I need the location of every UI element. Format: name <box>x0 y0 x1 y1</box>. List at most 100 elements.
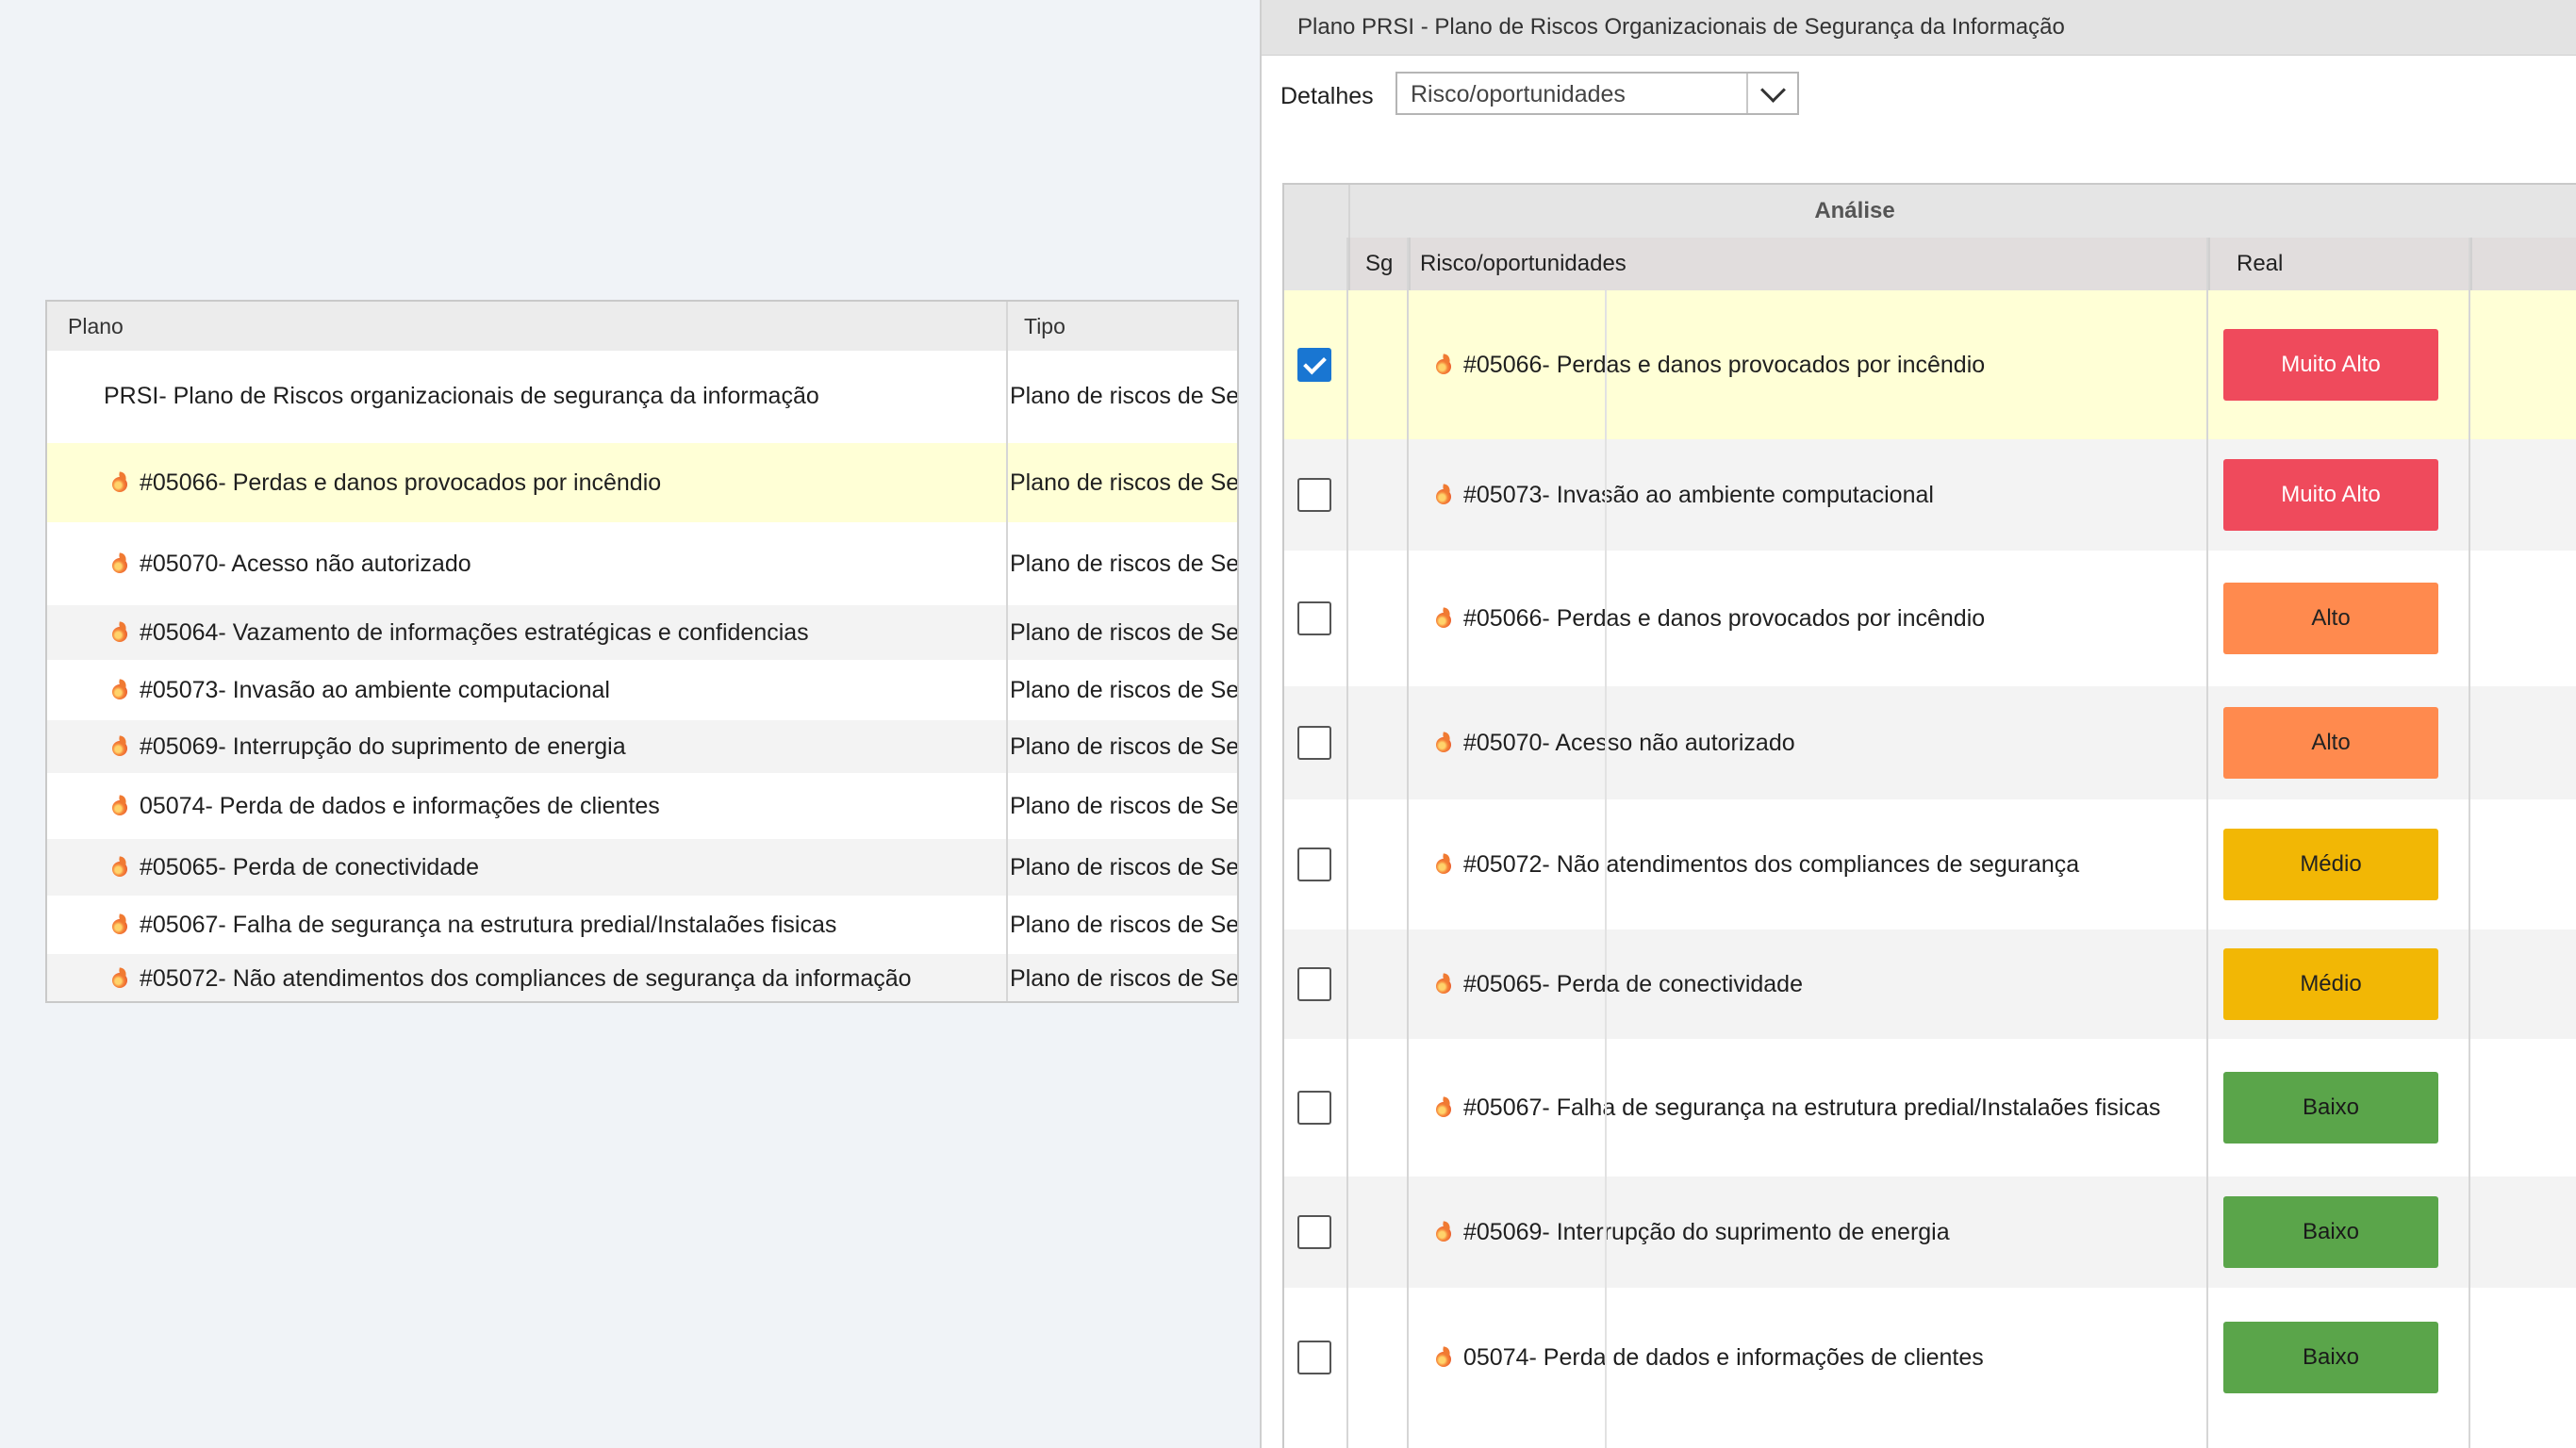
table-row[interactable]: 05074- Perda de dados e informações de c… <box>1284 1288 2576 1427</box>
table-row[interactable]: #05072- Não atendimentos dos compliances… <box>1284 799 2576 930</box>
row-checkbox[interactable] <box>1297 1215 1331 1249</box>
plano-cell: #05072- Não atendimentos dos compliances… <box>111 954 912 1001</box>
tipo-cell: Plano de riscos de Se <box>1010 792 1239 819</box>
plano-text: 05074- Perda de dados e informações de c… <box>140 792 660 819</box>
plano-cell: #05070- Acesso não autorizado <box>111 522 471 605</box>
column-header-sg[interactable]: Sg <box>1348 238 1409 290</box>
plano-cell: #05073- Invasão ao ambiente computaciona… <box>111 660 610 720</box>
row-checkbox[interactable] <box>1297 967 1331 1001</box>
plano-text: #05069- Interrupção do suprimento de ene… <box>140 732 626 760</box>
table-row[interactable]: #05067- Falha de segurança na estrutura … <box>47 896 1237 954</box>
tipo-cell: Plano de riscos de Se <box>1010 469 1239 496</box>
tipo-cell: Plano de riscos de Se <box>1010 732 1239 760</box>
row-checkbox[interactable] <box>1297 1341 1331 1374</box>
flame-icon <box>111 473 128 492</box>
column-divider <box>1346 238 1348 1448</box>
table-row[interactable]: #05065- Perda de conectividade Médio <box>1284 930 2576 1039</box>
risk-cell: #05066- Perdas e danos provocados por in… <box>1435 551 1985 686</box>
risk-cell: #05072- Não atendimentos dos compliances… <box>1435 799 2079 930</box>
column-divider <box>1407 238 1409 1448</box>
flame-icon <box>111 737 128 756</box>
tipo-cell: Plano de riscos de Se <box>1010 853 1239 880</box>
flame-icon <box>111 681 128 699</box>
flame-icon <box>1435 355 1452 374</box>
window-title: Plano PRSI - Plano de Riscos Organizacio… <box>1297 14 2065 40</box>
flame-icon <box>1435 1098 1452 1117</box>
column-header-tipo[interactable]: Tipo <box>1024 302 1065 351</box>
plano-text: PRSI- Plano de Riscos organizacionais de… <box>104 382 819 409</box>
table-row[interactable]: #05065- Perda de conectividade Plano de r… <box>47 839 1237 896</box>
risk-cell: #05069- Interrupção do suprimento de ene… <box>1435 1176 1950 1288</box>
table-row[interactable]: #05073- Invasão ao ambiente computaciona… <box>1284 439 2576 551</box>
tipo-cell: Plano de riscos de Se <box>1010 618 1239 646</box>
detalhes-select[interactable]: Risco/oportunidades <box>1395 72 1799 115</box>
row-checkbox[interactable] <box>1297 726 1331 760</box>
table-row[interactable]: #05070- Acesso não autorizado Plano de ri… <box>47 522 1237 605</box>
plan-detail-window: Plano PRSI - Plano de Riscos Organizacio… <box>1260 0 2576 1448</box>
table-row[interactable]: 05074- Perda de dados e informações de c… <box>47 773 1237 839</box>
plano-text: #05064- Vazamento de informações estraté… <box>140 618 809 646</box>
column-separator[interactable] <box>1006 302 1008 1001</box>
flame-icon <box>1435 1223 1452 1242</box>
flame-icon <box>111 554 128 573</box>
detalhes-label: Detalhes <box>1280 83 1374 109</box>
table-row[interactable]: PRSI- Plano de Riscos organizacionais de… <box>47 351 1237 441</box>
group-header-analise: Análise <box>1348 185 2576 238</box>
table-row[interactable]: #05064- Vazamento de informações estraté… <box>47 605 1237 660</box>
table-row[interactable]: #05069- Interrupção do suprimento de ene… <box>47 720 1237 773</box>
risk-cell: #05073- Invasão ao ambiente computaciona… <box>1435 439 1934 551</box>
column-header-empty <box>2470 238 2576 290</box>
tipo-cell: Plano de riscos de Se <box>1010 550 1239 577</box>
flame-icon <box>1435 609 1452 628</box>
row-checkbox[interactable] <box>1297 847 1331 881</box>
risk-text: #05070- Acesso não autorizado <box>1463 729 1795 756</box>
table-row[interactable]: #05067- Falha de segurança na estrutura … <box>1284 1039 2576 1176</box>
risk-cell: #05066- Perdas e danos provocados por in… <box>1435 290 1985 439</box>
flame-icon <box>111 623 128 642</box>
table-row[interactable]: #05066- Perdas e danos provocados por in… <box>1284 290 2576 439</box>
risk-text: 05074- Perda de dados e informações de c… <box>1463 1343 1984 1371</box>
tipo-cell: Plano de riscos de Se <box>1010 964 1239 992</box>
plan-tree-header: Plano Tipo <box>47 302 1237 352</box>
table-row[interactable]: #05069- Interrupção do suprimento de ene… <box>1284 1176 2576 1288</box>
tipo-cell: Plano de riscos de Se <box>1010 911 1239 938</box>
plano-text: #05065- Perda de conectividade <box>140 853 479 880</box>
table-row[interactable]: #05066- Perdas e danos provocados por in… <box>1284 551 2576 686</box>
table-row[interactable]: #05070- Acesso não autorizado Alto <box>1284 686 2576 799</box>
row-checkbox[interactable] <box>1297 601 1331 635</box>
row-checkbox[interactable] <box>1297 348 1331 382</box>
risk-text: #05067- Falha de segurança na estrutura … <box>1463 1094 2161 1121</box>
risk-text: #05066- Perdas e danos provocados por in… <box>1463 604 1986 632</box>
flame-icon <box>111 797 128 815</box>
flame-icon <box>111 915 128 934</box>
tipo-cell: Plano de riscos de Se <box>1010 676 1239 703</box>
table-row[interactable]: #05073- Invasão ao ambiente computaciona… <box>47 660 1237 720</box>
column-header-real[interactable]: Real <box>2208 238 2470 290</box>
risk-text: #05072- Não atendimentos dos compliances… <box>1463 850 2080 878</box>
risk-level-badge: Médio <box>2223 829 2438 900</box>
column-header-risco[interactable]: Risco/oportunidades <box>1409 238 2208 290</box>
table-row[interactable]: #05066- Perdas e danos provocados por in… <box>47 443 1237 522</box>
risk-level-badge: Baixo <box>2223 1072 2438 1144</box>
window-titlebar: Plano PRSI - Plano de Riscos Organizacio… <box>1262 0 2576 56</box>
group-header-analise-label: Análise <box>1814 198 1895 223</box>
flame-icon <box>1435 975 1452 994</box>
row-checkbox[interactable] <box>1297 478 1331 512</box>
column-header-plano[interactable]: Plano <box>68 302 124 351</box>
risk-level-badge: Baixo <box>2223 1322 2438 1393</box>
plano-cell: 05074- Perda de dados e informações de c… <box>111 773 660 839</box>
flame-icon <box>1435 855 1452 874</box>
row-checkbox[interactable] <box>1297 1091 1331 1125</box>
risk-text: #05069- Interrupção do suprimento de ene… <box>1463 1218 1950 1245</box>
plano-text: #05066- Perdas e danos provocados por in… <box>140 469 662 496</box>
chevron-down-icon <box>1759 76 1786 103</box>
risk-text: #05065- Perda de conectividade <box>1463 970 1803 997</box>
risk-text: #05066- Perdas e danos provocados por in… <box>1463 351 1986 378</box>
plano-cell: #05069- Interrupção do suprimento de ene… <box>111 720 626 773</box>
column-header-sg-label: Sg <box>1365 251 1394 276</box>
risk-level-badge: Médio <box>2223 948 2438 1020</box>
plano-cell: #05065- Perda de conectividade <box>111 839 479 896</box>
table-row[interactable]: #05072- Não atendimentos dos compliances… <box>47 954 1239 1001</box>
detalhes-select-button[interactable] <box>1746 74 1797 113</box>
column-divider <box>2469 238 2470 1448</box>
